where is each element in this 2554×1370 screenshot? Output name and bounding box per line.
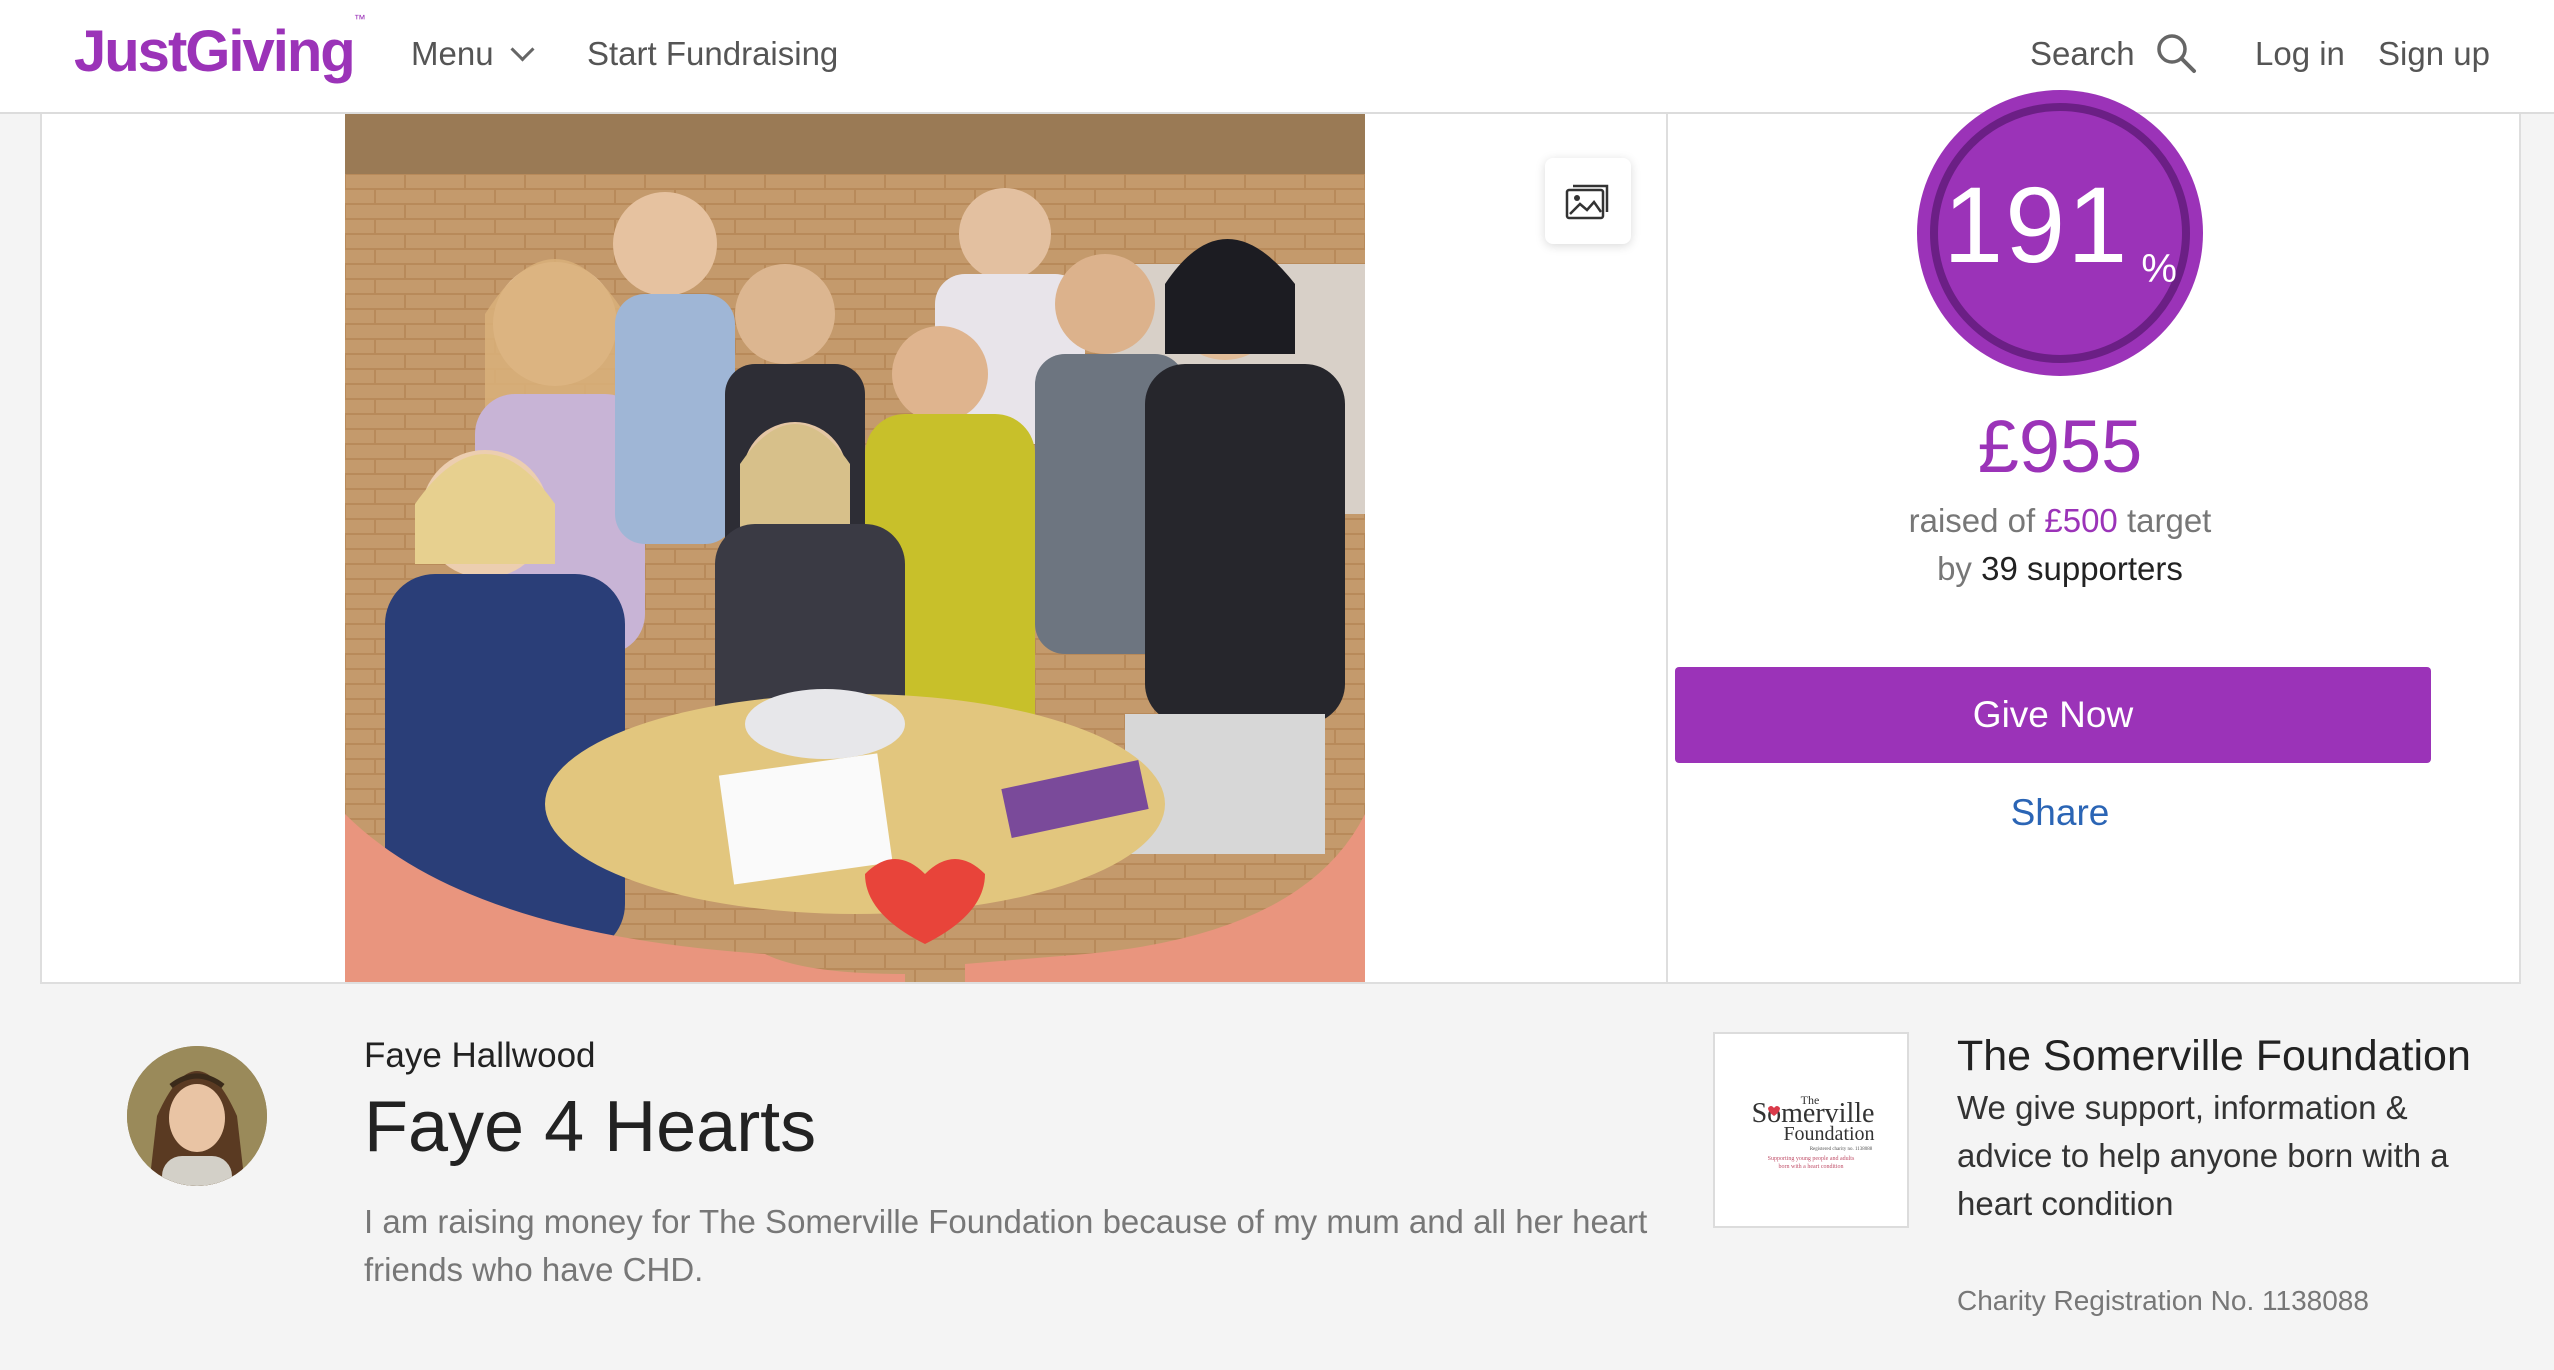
logo-foundation: Foundation [1783,1123,1874,1145]
start-fundraising-link[interactable]: Start Fundraising [587,34,838,74]
justgiving-logo[interactable]: JustGiving™ [74,12,366,85]
login-link[interactable]: Log in [2255,34,2345,74]
menu-button[interactable]: Menu [411,34,535,74]
amount-raised: £955 [1977,405,2143,488]
by-label: by [1937,550,1972,587]
search-label[interactable]: Search [2030,34,2135,74]
raised-of-label: raised of [1908,502,2036,539]
signup-link[interactable]: Sign up [2378,34,2490,74]
photo-gallery-button[interactable] [1545,158,1631,244]
percent-sign: % [2141,247,2177,291]
logo-trademark: ™ [353,11,366,26]
target-word: target [2126,502,2212,539]
give-now-button[interactable]: Give Now [1675,667,2431,763]
charity-logo[interactable]: The Somerville Foundation Registered cha… [1713,1032,1909,1228]
target-text: raised of £500 target [1680,500,2440,542]
card-divider [1666,114,1668,982]
charity-name[interactable]: The Somerville Foundation [1957,1030,2471,1082]
target-amount: £500 [2044,502,2118,539]
fundraiser-owner[interactable]: Faye Hallwood [364,1034,596,1078]
fundraiser-story: I am raising money for The Somerville Fo… [364,1203,1648,1288]
charity-description: We give support, information & advice to… [1957,1089,2449,1222]
image-gallery-icon[interactable] [1565,182,1611,220]
group-photo-image [345,114,1365,982]
page-title: Faye 4 Hearts [364,1087,817,1167]
share-link[interactable]: Share [1680,790,2440,836]
search-icon[interactable] [2155,32,2197,74]
percent-value: 191 [1943,164,2130,285]
charity-registration: Charity Registration No. 1138088 [1957,1285,2369,1316]
chevron-down-icon[interactable] [510,37,535,62]
percent-raised: 191% [1917,170,2203,292]
supporters-text: by 39 supporters [1680,548,2440,590]
logo-tagline-1: Supporting young people and adults [1768,1156,1855,1162]
avatar-image [127,1046,267,1186]
menu-label[interactable]: Menu [411,35,494,72]
avatar[interactable] [127,1046,267,1186]
logo-tagline-2: born with a heart condition [1779,1164,1844,1170]
fundraiser-photo[interactable] [345,114,1365,982]
logo-reg: Registered charity no. 1138088 [1810,1147,1873,1152]
somerville-foundation-logo: The Somerville Foundation Registered cha… [1752,1093,1875,1170]
supporters-count: 39 supporters [1981,550,2183,587]
logo-text[interactable]: JustGiving [74,19,356,84]
